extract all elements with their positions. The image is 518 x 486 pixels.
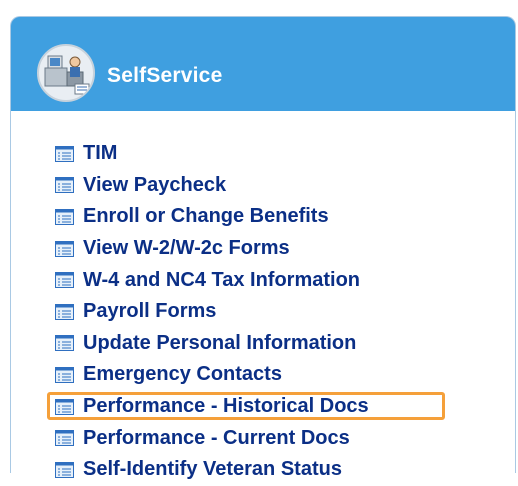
list-document-icon xyxy=(55,208,74,225)
selfservice-menu: TIM View Paycheck Enroll or Change Benef… xyxy=(47,138,445,486)
menu-item-update-personal-information[interactable]: Update Personal Information xyxy=(55,328,369,360)
selfservice-office-icon xyxy=(37,44,95,102)
list-document-icon xyxy=(55,145,74,162)
list-document-icon xyxy=(55,240,74,257)
list-document-icon xyxy=(55,272,74,289)
menu-item-view-w2-forms[interactable]: View W-2/W-2c Forms xyxy=(55,233,369,265)
list-document-icon xyxy=(55,366,74,383)
list-document-icon xyxy=(55,461,74,478)
menu-item-performance-current-docs[interactable]: Performance - Current Docs xyxy=(55,422,369,454)
menu-item-label: Self-Identify Veteran Status xyxy=(83,458,342,481)
menu-item-label: View Paycheck xyxy=(83,173,227,196)
menu-item-label: Update Personal Information xyxy=(83,331,357,354)
selfservice-panel: SelfService TIM View Paycheck Enroll or … xyxy=(0,0,518,480)
menu-item-label: View W-2/W-2c Forms xyxy=(83,237,290,260)
menu-item-payroll-forms[interactable]: Payroll Forms xyxy=(55,296,369,328)
list-document-icon xyxy=(55,430,74,447)
menu-item-emergency-contacts[interactable]: Emergency Contacts xyxy=(55,359,369,391)
menu-item-label: Performance - Historical Docs xyxy=(83,395,369,418)
menu-item-label: TIM xyxy=(83,142,118,165)
menu-item-label: W-4 and NC4 Tax Information xyxy=(83,268,361,291)
menu-item-view-paycheck[interactable]: View Paycheck xyxy=(55,170,369,202)
menu-item-performance-historical-docs[interactable]: Performance - Historical Docs xyxy=(47,391,445,423)
panel-title: SelfService xyxy=(107,64,223,87)
list-document-icon xyxy=(55,398,74,415)
menu-item-enroll-or-change-benefits[interactable]: Enroll or Change Benefits xyxy=(55,201,369,233)
list-document-icon xyxy=(55,335,74,352)
menu-item-self-identify-veteran-status[interactable]: Self-Identify Veteran Status xyxy=(55,454,369,486)
menu-item-label: Performance - Current Docs xyxy=(83,426,350,449)
menu-item-tax-information[interactable]: W-4 and NC4 Tax Information xyxy=(55,264,369,296)
list-document-icon xyxy=(55,303,74,320)
panel-header: SelfService xyxy=(10,16,516,111)
panel-body: TIM View Paycheck Enroll or Change Benef… xyxy=(10,111,516,480)
menu-item-tim[interactable]: TIM xyxy=(55,138,369,170)
menu-item-label: Enroll or Change Benefits xyxy=(83,205,329,228)
menu-item-label: Emergency Contacts xyxy=(83,363,282,386)
list-document-icon xyxy=(55,177,74,194)
menu-item-label: Payroll Forms xyxy=(83,300,217,323)
